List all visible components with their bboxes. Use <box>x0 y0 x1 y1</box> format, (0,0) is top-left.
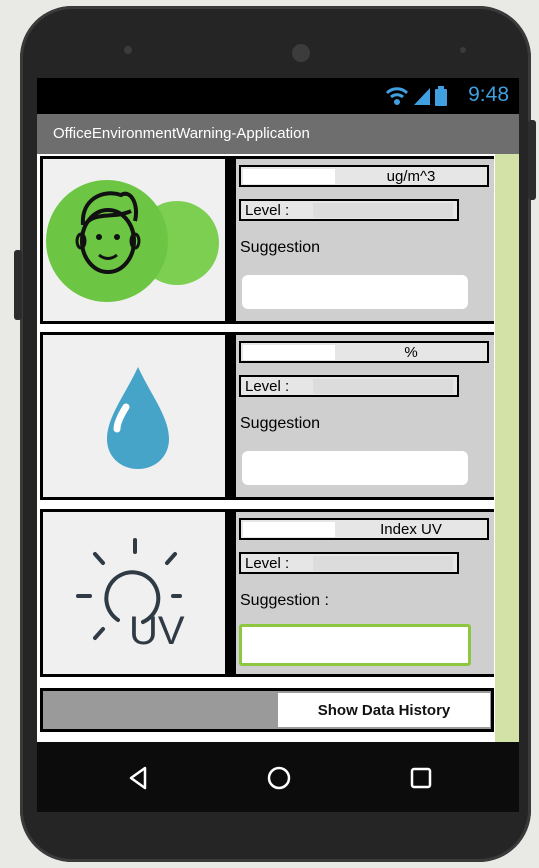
humidity-row: % Level : Suggestion <box>40 332 494 500</box>
camera <box>292 44 310 62</box>
history-row: Show Data History <box>40 688 494 732</box>
main-content: ug/m^3 Level : Suggestion % Level: Sugg… <box>37 154 519 742</box>
show-data-history-button[interactable]: Show Data History <box>278 693 490 727</box>
navigation-bar <box>37 742 519 812</box>
humidity-unit: % <box>404 344 418 361</box>
humidity-value: % <box>239 341 489 363</box>
status-time: 9:48 <box>468 83 509 106</box>
speaker-dot <box>124 46 132 54</box>
scroll-strip[interactable] <box>495 154 519 742</box>
uv-icon-cell: UV <box>43 512 225 674</box>
uv-unit: Index UV <box>380 521 442 538</box>
phone-screen: 9:48 OfficeEnvironmentWarning-Applicatio… <box>37 78 519 812</box>
status-bar: 9:48 <box>37 78 519 114</box>
level-label: Level : <box>245 378 290 395</box>
air-quality-icon-cell <box>43 159 225 321</box>
recents-icon[interactable] <box>407 764 435 792</box>
home-icon[interactable] <box>265 764 293 792</box>
suggestion-label: Suggestion : <box>240 592 329 609</box>
uv-level: Level : <box>239 552 459 574</box>
signal-icon <box>414 88 430 105</box>
air-quality-suggestion-field[interactable] <box>242 275 468 309</box>
uv-info: Index UV Level : Suggestion : <box>236 512 494 674</box>
uv-icon-text: UV <box>129 609 185 653</box>
uv-suggestion-field[interactable] <box>239 624 471 666</box>
sun-uv-icon: UV <box>76 538 185 653</box>
air-quality-row: ug/m^3 Level : Suggestion <box>40 156 494 324</box>
sensor-dot <box>460 47 466 53</box>
back-icon[interactable] <box>125 764 153 792</box>
humidity-suggestion-field[interactable] <box>242 451 468 485</box>
air-quality-info: ug/m^3 Level : Suggestion <box>236 159 494 321</box>
wifi-icon <box>385 87 409 105</box>
suggestion-label: Suggestion <box>240 239 321 256</box>
app-title: OfficeEnvironmentWarning-Application <box>37 114 519 154</box>
water-drop-icon <box>107 367 169 469</box>
humidity-icon-cell <box>43 335 225 497</box>
air-quality-unit: ug/m^3 <box>386 168 436 185</box>
volume-button <box>14 250 22 320</box>
humidity-level: Level : <box>239 375 459 397</box>
humidity-info: % Level : Suggestion <box>236 335 494 497</box>
power-button <box>528 120 536 200</box>
level-label: Level : <box>245 555 290 572</box>
status-icons <box>385 86 447 106</box>
battery-icon <box>435 86 447 106</box>
uv-row: UV Index UV Level : Suggestion : <box>40 509 494 677</box>
level-label: Level : <box>245 202 290 219</box>
air-quality-level: Level : <box>239 199 459 221</box>
air-quality-value: ug/m^3 <box>239 165 489 187</box>
history-bar: Show Data History <box>43 691 491 729</box>
suggestion-label: Suggestion <box>240 415 321 432</box>
uv-value: Index UV <box>239 518 489 540</box>
face-icon <box>46 180 219 302</box>
